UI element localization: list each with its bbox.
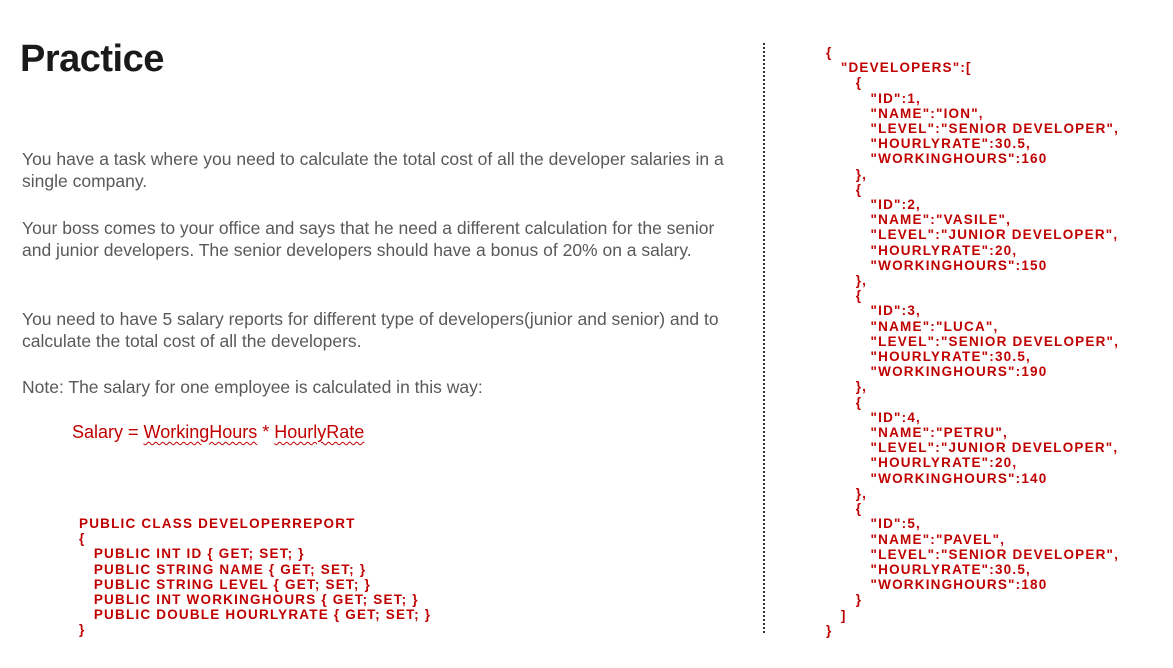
- formula-prefix: Salary =: [72, 422, 144, 442]
- formula-hourly-rate: HourlyRate: [274, 422, 365, 442]
- slide-title: Practice: [20, 38, 164, 80]
- formula-working-hours: WorkingHours: [143, 422, 258, 442]
- boss-paragraph: Your boss comes to your office and says …: [22, 218, 715, 260]
- task-paragraph: You have a task where you need to calcul…: [22, 149, 724, 191]
- note-paragraph: Note: The salary for one employee is cal…: [22, 377, 483, 397]
- column-divider: [763, 43, 765, 633]
- formula-operator: *: [257, 422, 275, 442]
- reports-paragraph: You need to have 5 salary reports for di…: [22, 309, 719, 351]
- salary-formula: Salary = WorkingHours * HourlyRate: [72, 422, 364, 443]
- developers-json-code: { "DEVELOPERS":[ { "ID":1, "NAME":"ION",…: [826, 45, 1120, 638]
- developer-report-class-code: PUBLIC CLASS DEVELOPERREPORT { PUBLIC IN…: [79, 516, 432, 638]
